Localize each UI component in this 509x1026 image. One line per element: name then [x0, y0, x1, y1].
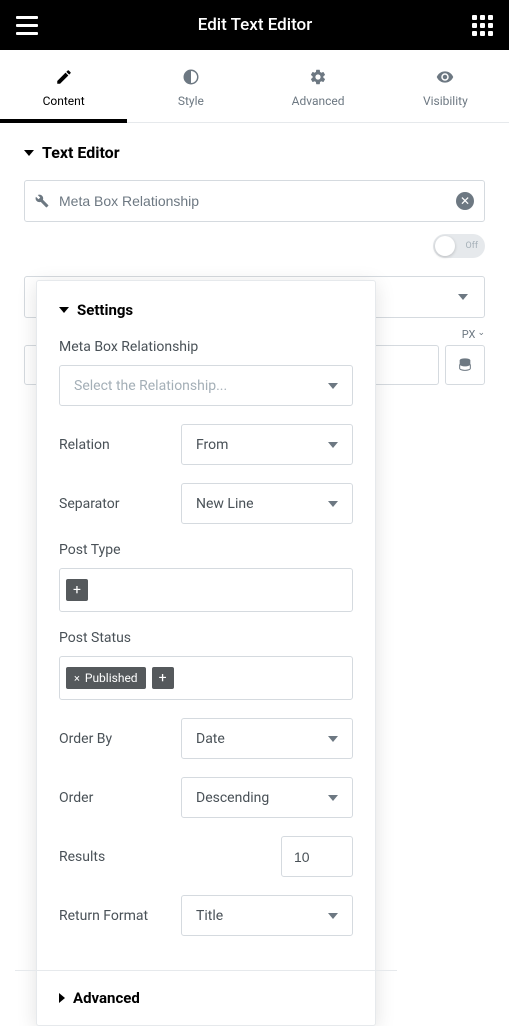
tab-advanced-label: Advanced [292, 94, 345, 108]
tab-style[interactable]: Style [127, 50, 254, 122]
tab-content[interactable]: Content [0, 50, 127, 122]
caret-down-icon [24, 150, 34, 156]
results-label: Results [59, 849, 169, 865]
chevron-down-icon: ⌄ [477, 328, 485, 341]
return-format-value: Title [196, 908, 223, 924]
settings-section-header[interactable]: Settings [59, 301, 353, 319]
tab-visibility-label: Visibility [423, 94, 468, 108]
chevron-down-icon [328, 736, 338, 742]
order-value: Descending [196, 790, 269, 806]
clear-icon[interactable]: ✕ [456, 192, 474, 210]
relationship-label: Meta Box Relationship [59, 339, 353, 355]
tab-visibility[interactable]: Visibility [382, 50, 509, 122]
order-select[interactable]: Descending [181, 777, 353, 818]
toggle-knob [435, 236, 455, 256]
settings-popover: Settings Meta Box Relationship Select th… [36, 280, 376, 1026]
relation-value: From [196, 437, 228, 453]
caret-down-icon [59, 307, 69, 313]
relationship-select[interactable]: Select the Relationship... [59, 365, 353, 406]
eye-icon [436, 68, 454, 86]
order-by-value: Date [196, 731, 225, 747]
apps-grid-icon[interactable] [472, 15, 493, 36]
return-format-select[interactable]: Title [181, 895, 353, 936]
order-by-label: Order By [59, 731, 169, 747]
advanced-section-header[interactable]: Advanced [37, 971, 375, 1025]
chevron-down-icon [458, 294, 468, 300]
order-label: Order [59, 790, 169, 806]
database-icon [457, 357, 473, 373]
wrench-icon [35, 194, 49, 208]
results-input[interactable] [281, 836, 353, 877]
chevron-down-icon [328, 795, 338, 801]
tabs: Content Style Advanced Visibility [0, 50, 509, 123]
post-type-label: Post Type [59, 542, 353, 558]
post-status-label: Post Status [59, 630, 353, 646]
separator-label: Separator [59, 496, 169, 512]
return-format-label: Return Format [59, 908, 169, 924]
chevron-down-icon [328, 442, 338, 448]
dynamic-tag-input[interactable] [59, 193, 456, 209]
add-post-type-button[interactable]: + [66, 579, 88, 601]
pencil-icon [55, 68, 73, 86]
chevron-down-icon [328, 913, 338, 919]
relationship-placeholder: Select the Relationship... [74, 378, 227, 394]
tab-style-label: Style [178, 94, 204, 108]
toggle-label: Off [466, 241, 478, 251]
toggle-switch[interactable]: Off [433, 234, 485, 258]
dynamic-tag-field[interactable]: ✕ [24, 180, 485, 222]
tab-advanced[interactable]: Advanced [255, 50, 382, 122]
tab-content-label: Content [43, 94, 85, 108]
relation-label: Relation [59, 437, 169, 453]
status-tag-label: Published [85, 671, 138, 685]
relation-select[interactable]: From [181, 424, 353, 465]
chevron-down-icon [328, 501, 338, 507]
px-label: PX [462, 328, 476, 341]
remove-tag-icon[interactable]: × [74, 672, 80, 685]
dynamic-button[interactable] [445, 345, 485, 385]
settings-title: Settings [77, 301, 133, 319]
status-tag[interactable]: × Published [66, 667, 146, 689]
section-text-editor[interactable]: Text Editor [24, 143, 485, 162]
post-type-input[interactable]: + [59, 568, 353, 612]
advanced-title: Advanced [73, 989, 140, 1007]
contrast-icon [182, 68, 200, 86]
gear-icon [309, 68, 327, 86]
menu-icon[interactable] [16, 16, 38, 35]
order-by-select[interactable]: Date [181, 718, 353, 759]
caret-right-icon [59, 993, 65, 1003]
post-status-input[interactable]: × Published + [59, 656, 353, 700]
separator-select[interactable]: New Line [181, 483, 353, 524]
page-title: Edit Text Editor [38, 15, 472, 35]
add-post-status-button[interactable]: + [152, 667, 174, 689]
separator-value: New Line [196, 496, 254, 512]
section-title: Text Editor [42, 143, 120, 162]
header-bar: Edit Text Editor [0, 0, 509, 50]
chevron-down-icon [328, 383, 338, 389]
